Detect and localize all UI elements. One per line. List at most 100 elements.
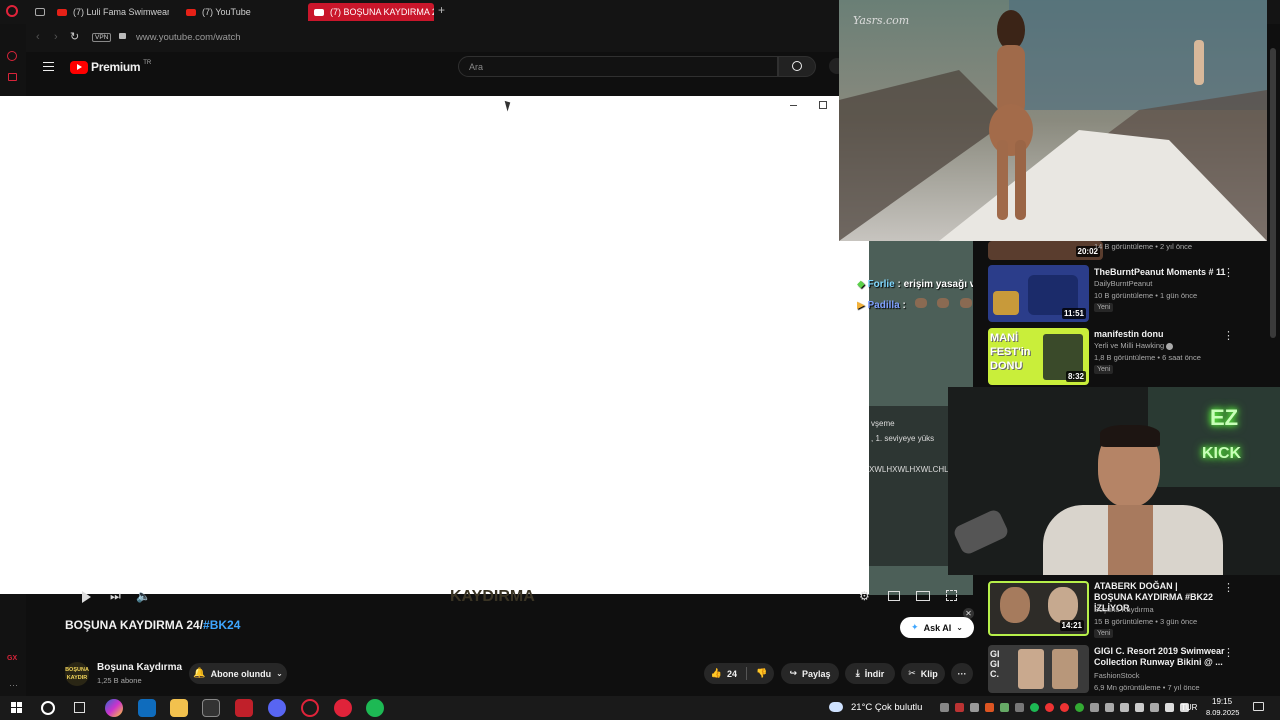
emote-icon [937,298,950,308]
bell-icon: 🔔 [193,668,206,679]
language-indicator[interactable]: TUR [1181,703,1197,712]
blank-popup-window [0,96,869,594]
duration-badge: 14:21 [1059,620,1084,631]
weather-text[interactable]: 21°C Çok bulutlu [851,702,922,713]
notification-icon[interactable] [1253,702,1264,711]
hashtag-link[interactable]: #BK24 [203,618,240,632]
tab-1[interactable]: (7) Luli Fama Swimwear F [57,3,169,21]
voice-app-icon[interactable] [235,699,253,717]
related-meta-4: 6,9 Mn görüntüleme • 7 yıl önce [1094,683,1200,692]
related-channel-2[interactable]: Yerli ve Milli Hawking [1094,341,1174,351]
share-button[interactable]: ↪ Paylaş [781,663,839,684]
related-thumb-2[interactable]: MANİ FEST'in DONU 8:32 [988,328,1089,385]
ghost-text: KAYDIRMA [450,588,535,605]
tray-icons[interactable] [940,703,1189,712]
youtube-logo[interactable]: Premium TR [70,60,151,74]
ask-ai-button[interactable]: ✦ Ask AI ⌄ [900,617,974,638]
theater-mode-icon[interactable] [916,591,930,601]
tab-islands-icon[interactable] [35,8,45,16]
clock-time[interactable]: 19:15 [1212,697,1232,706]
related-thumb-3[interactable]: 14:21 [988,581,1089,636]
more-dots-icon: ··· [957,668,967,679]
runway-video-overlay[interactable]: Yasrs.com [839,0,1267,241]
file-explorer-icon[interactable] [170,699,188,717]
like-button[interactable]: 👍 24 [711,668,737,679]
bag-icon[interactable] [8,73,17,81]
weather-icon[interactable] [829,702,843,712]
opera-red-icon[interactable] [334,699,352,717]
outlook-icon[interactable] [138,699,156,717]
related-thumb-1[interactable]: 11:51 [988,265,1089,322]
related-thumb-4[interactable]: GIGI C. [988,645,1089,693]
task-view-icon[interactable] [74,702,85,713]
watermark-text: Yasrs.com [853,14,909,27]
chat-user-1: Forlie [867,279,895,290]
search-button[interactable] [778,56,816,77]
runway-video-image: Yasrs.com [839,0,1267,241]
related-meta-2: 1,8 B görüntüleme • 6 saat önce [1094,353,1201,362]
channel-name[interactable]: Boşuna Kaydırma [97,662,182,673]
next-icon[interactable]: ⏭ [110,589,121,604]
url-text[interactable]: www.youtube.com/watch [136,32,241,43]
related-title-4[interactable]: GIGI C. Resort 2019 Swimwear Collection … [1094,646,1234,668]
scrollbar[interactable] [1270,48,1276,338]
opera-icon[interactable] [301,699,319,717]
more-dots-icon[interactable]: ··· [9,680,18,690]
more-actions-button[interactable]: ··· [951,663,973,684]
clip-button[interactable]: ✂ Klip [901,663,945,684]
settings-gear-icon[interactable]: ⚙ [859,589,870,603]
sparkle-icon: ✦ [911,622,919,632]
discord-icon[interactable] [268,699,286,717]
underlay-text-1: vşeme [871,419,895,428]
forward-arrow-icon[interactable]: › [54,31,58,43]
channel-avatar[interactable]: BOŞUNA KAYDIR [65,662,89,686]
gx-icon[interactable]: GX [7,655,17,662]
opera-logo-icon[interactable] [6,5,18,17]
badge-icon: ▶ [857,300,865,311]
minimize-icon[interactable] [790,105,797,106]
chat-user-2: Padilla [867,300,900,311]
tab-2-label: (7) YouTube [202,7,251,17]
lock-icon [119,33,126,39]
volume-icon[interactable]: 🔈 [136,589,151,603]
related-meta-0: 14 B görüntüleme • 2 yıl önce [1094,242,1193,251]
refresh-circle-icon[interactable] [7,51,17,61]
vpn-badge[interactable]: VPN [92,33,112,42]
spotify-icon[interactable] [366,699,384,717]
related-channel-3[interactable]: Boşuna Kaydırma [1094,605,1154,615]
tab-2[interactable]: (7) YouTube [186,3,296,21]
thumbs-down-icon[interactable]: 👎 [756,668,767,679]
download-button[interactable]: ⤓ İndir [845,663,895,684]
related-thumb-0[interactable]: 20:02 [988,241,1103,260]
tab-3-label: (7) BOŞUNA KAYDIRMA 2 [330,7,434,17]
underlay-text-2: , 1. seviyeye yüks [871,434,935,443]
play-icon[interactable] [82,591,91,603]
new-badge: Yeni [1094,303,1114,312]
subscribed-button[interactable]: 🔔 Abone olundu ⌄ [189,663,287,684]
chevron-down-icon: ⌄ [956,623,963,632]
copilot-icon[interactable] [105,699,123,717]
miniplayer-icon[interactable] [888,591,900,601]
windows-start-icon[interactable] [11,702,22,713]
related-channel-4[interactable]: FashionStock [1094,671,1139,681]
more-options-icon[interactable]: ⋮ [1223,646,1234,659]
fullscreen-icon[interactable] [946,590,957,601]
tab-1-label: (7) Luli Fama Swimwear F [73,7,169,17]
tab-3-active[interactable]: (7) BOŞUNA KAYDIRMA 2 [308,3,434,21]
new-tab-button[interactable]: + [438,3,445,17]
more-options-icon[interactable]: ⋮ [1223,329,1234,342]
maximize-icon[interactable] [819,101,827,109]
related-list-lower: 14:21 ATABERK DOĞAN | BOŞUNA KAYDIRMA #B… [973,575,1280,696]
search-input[interactable]: Ara [458,56,778,77]
back-arrow-icon[interactable]: ‹ [36,31,40,43]
new-badge: Yeni [1094,629,1114,638]
search-icon[interactable] [41,701,55,715]
clock-date[interactable]: 8.09.2025 [1206,708,1239,717]
more-options-icon[interactable]: ⋮ [1223,266,1234,279]
opera-gx-taskbar-icon[interactable] [202,699,220,717]
youtube-icon [314,8,324,16]
menu-hamburger-icon[interactable] [43,62,54,71]
related-channel-1[interactable]: DailyBurntPeanut [1094,279,1152,289]
reload-icon[interactable]: ↻ [70,30,79,43]
more-options-icon[interactable]: ⋮ [1223,581,1234,594]
